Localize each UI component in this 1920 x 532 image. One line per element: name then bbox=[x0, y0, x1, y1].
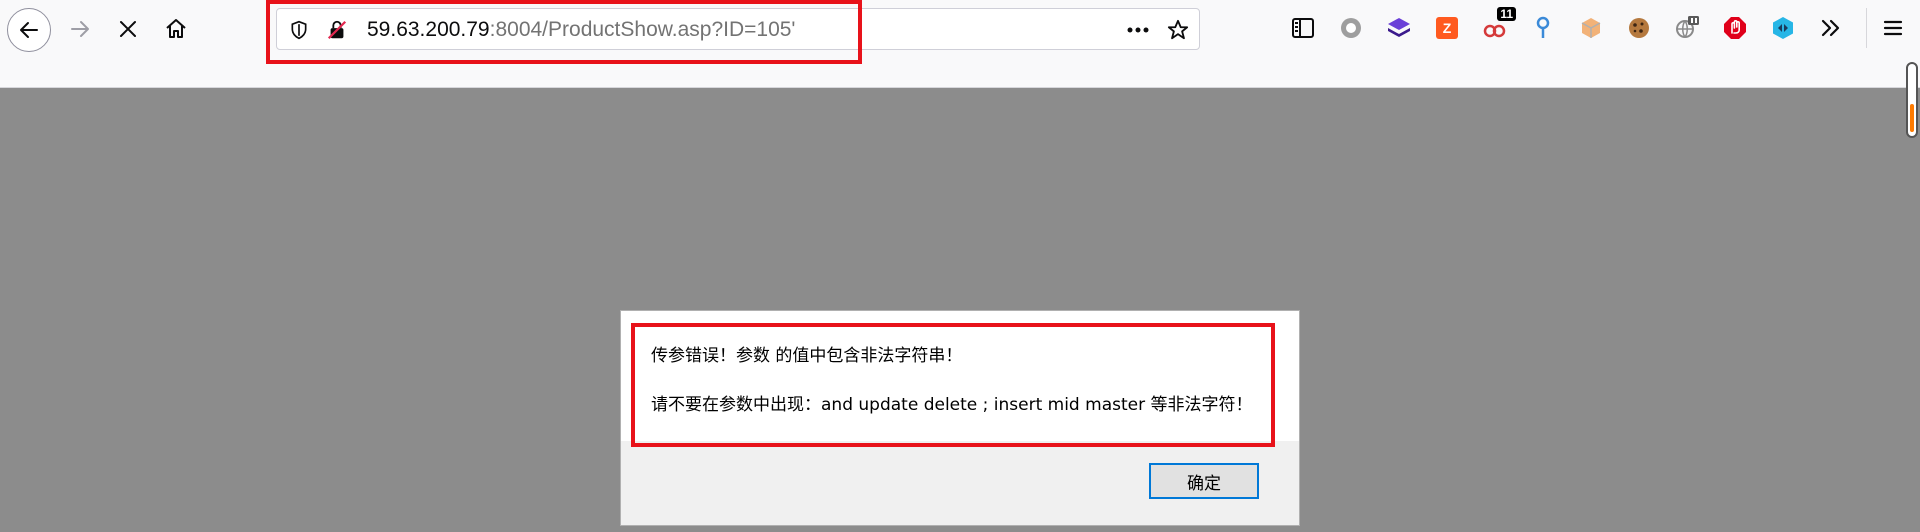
page-scrollbar[interactable] bbox=[1906, 62, 1918, 138]
extension-badge-count: 11 bbox=[1497, 7, 1516, 21]
arrow-left-icon bbox=[20, 22, 38, 38]
globe-extension-icon[interactable] bbox=[1672, 13, 1702, 43]
vpn-extension-icon[interactable] bbox=[1768, 13, 1798, 43]
cube-extension-icon[interactable] bbox=[1576, 13, 1606, 43]
ok-button[interactable]: 确定 bbox=[1149, 463, 1259, 499]
page-actions-button[interactable] bbox=[1123, 18, 1153, 42]
browser-toolbar: 59.63.200.79:8004/ProductShow.asp?ID=105… bbox=[0, 0, 1920, 88]
bookmark-star-button[interactable] bbox=[1165, 18, 1191, 42]
scroll-thumb[interactable] bbox=[1910, 104, 1914, 132]
back-button[interactable] bbox=[7, 8, 51, 52]
close-icon bbox=[120, 21, 136, 37]
url-highlight-box bbox=[266, 0, 862, 64]
star-icon bbox=[1167, 19, 1189, 40]
zotero-extension-icon[interactable]: Z bbox=[1432, 13, 1462, 43]
sidebar-icon[interactable] bbox=[1288, 13, 1318, 43]
badge-extension-icon[interactable]: 11 bbox=[1480, 7, 1516, 43]
forward-button[interactable] bbox=[60, 9, 100, 49]
message-highlight-box bbox=[631, 323, 1275, 447]
arrow-right-icon bbox=[71, 21, 89, 37]
toolbar-divider bbox=[1866, 8, 1867, 48]
home-button[interactable] bbox=[156, 9, 196, 49]
alert-dialog: 传参错误！参数 的值中包含非法字符串！ 请不要在参数中出现：and update… bbox=[620, 310, 1300, 526]
stop-button[interactable] bbox=[108, 9, 148, 49]
pin-extension-icon[interactable] bbox=[1528, 13, 1558, 43]
stack-extension-icon[interactable] bbox=[1384, 13, 1414, 43]
circle-extension-icon[interactable] bbox=[1336, 13, 1366, 43]
home-icon bbox=[166, 19, 186, 38]
cookie-extension-icon[interactable] bbox=[1624, 13, 1654, 43]
ublock-extension-icon[interactable] bbox=[1720, 13, 1750, 43]
more-horizontal-icon bbox=[1127, 27, 1149, 33]
menu-icon[interactable] bbox=[1878, 13, 1908, 43]
svg-text:Z: Z bbox=[1443, 20, 1452, 36]
overflow-icon[interactable] bbox=[1816, 13, 1846, 43]
